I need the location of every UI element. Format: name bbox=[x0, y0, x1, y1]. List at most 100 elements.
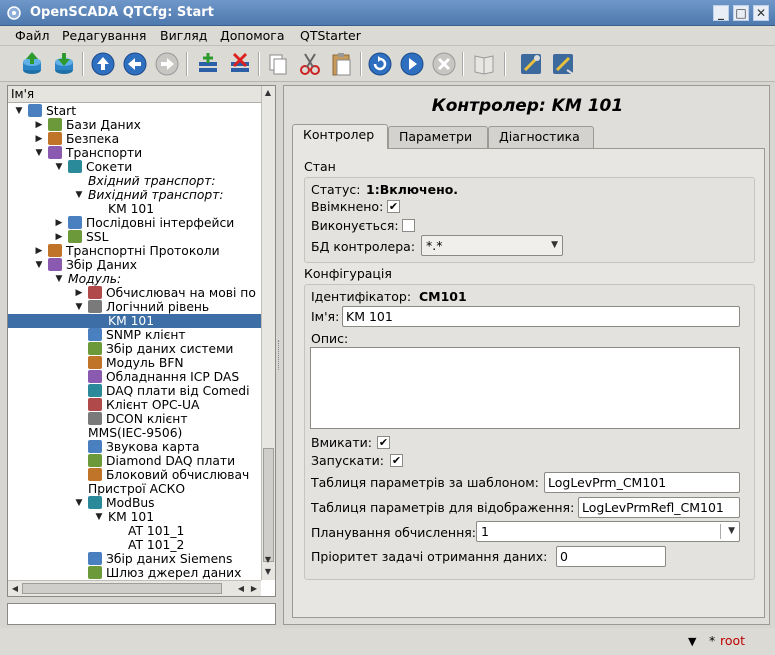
scroll-thumb[interactable] bbox=[22, 583, 222, 594]
tools-edit-icon[interactable] bbox=[549, 50, 577, 78]
tree-item[interactable]: AT 101_1 bbox=[8, 524, 261, 538]
enabled-checkbox[interactable]: ✔ bbox=[387, 200, 400, 213]
tree-item[interactable]: KM 101 bbox=[8, 314, 261, 328]
expand-arrow-right-icon[interactable]: ▶ bbox=[34, 134, 44, 144]
tree-item[interactable]: ▼ Сокети bbox=[8, 160, 261, 174]
tree-item[interactable]: ▶ Обчислювач на мові по bbox=[8, 286, 261, 300]
expand-arrow-down-icon[interactable]: ▼ bbox=[34, 148, 44, 158]
copy-icon[interactable] bbox=[264, 50, 292, 78]
expand-arrow-right-icon[interactable]: ▶ bbox=[54, 232, 64, 242]
tree-item[interactable]: ▼ Збір Даних bbox=[8, 258, 261, 272]
tree-vertical-scrollbar[interactable]: ▲ ▼ ▼ bbox=[261, 86, 275, 580]
tree-item[interactable]: Пристрої АСКО bbox=[8, 482, 261, 496]
go-forward-icon[interactable] bbox=[153, 50, 181, 78]
go-back-icon[interactable] bbox=[121, 50, 149, 78]
tree-item[interactable]: AT 101_2 bbox=[8, 538, 261, 552]
tree-item[interactable]: KM 101 bbox=[8, 202, 261, 216]
tree-item[interactable]: Обладнання ICP DAS bbox=[8, 370, 261, 384]
param-reflect-table-input[interactable]: LogLevPrmRefl_CM101 bbox=[578, 497, 740, 518]
expand-arrow-down-icon[interactable]: ▼ bbox=[94, 512, 104, 522]
scroll-thumb[interactable] bbox=[263, 448, 274, 562]
scroll-left-arrow-icon[interactable]: ◀ bbox=[235, 583, 247, 595]
tree-item[interactable]: Звукова карта bbox=[8, 440, 261, 454]
tree-item[interactable]: Збір даних Siemens bbox=[8, 552, 261, 566]
expand-arrow-down-icon[interactable]: ▼ bbox=[74, 498, 84, 508]
tree-item[interactable]: Збір даних системи bbox=[8, 342, 261, 356]
tree-item[interactable]: ▼ ModBus bbox=[8, 496, 261, 510]
tree-horizontal-scrollbar[interactable]: ◀ ◀ ▶ bbox=[8, 580, 261, 596]
expand-arrow-right-icon[interactable]: ▶ bbox=[54, 218, 64, 228]
chevron-down-icon[interactable]: ▼ bbox=[688, 635, 696, 648]
enable-checkbox[interactable]: ✔ bbox=[377, 436, 390, 449]
tree-item[interactable]: ▼ Логічний рівень bbox=[8, 300, 261, 314]
tree-item[interactable]: DAQ плати від Comedi bbox=[8, 384, 261, 398]
schedule-combobox[interactable]: 1 ▼ bbox=[476, 521, 740, 542]
expand-arrow-right-icon[interactable]: ▶ bbox=[74, 288, 84, 298]
tree-item[interactable]: ▶ Транспортні Протоколи bbox=[8, 244, 261, 258]
stop-icon[interactable] bbox=[430, 50, 458, 78]
tab-diagnostics[interactable]: Діагностика bbox=[488, 126, 594, 148]
tools-config-icon[interactable] bbox=[517, 50, 545, 78]
tree-item[interactable]: Модуль BFN bbox=[8, 356, 261, 370]
scroll-up-arrow-icon[interactable]: ▲ bbox=[262, 87, 274, 99]
expand-arrow-right-icon[interactable]: ▶ bbox=[34, 246, 44, 256]
expand-arrow-down-icon[interactable]: ▼ bbox=[14, 106, 24, 116]
name-input[interactable]: KM 101 bbox=[342, 306, 740, 327]
chevron-down-icon[interactable]: ▼ bbox=[728, 522, 735, 541]
scroll-down-arrow-icon[interactable]: ▼ bbox=[262, 566, 274, 578]
tree-item[interactable]: MMS(IEC-9506) bbox=[8, 426, 261, 440]
tab-controller[interactable]: Контролер bbox=[292, 124, 388, 149]
user-indicator[interactable]: root bbox=[720, 633, 745, 648]
running-checkbox[interactable] bbox=[402, 219, 415, 232]
tree-item[interactable]: SNMP клієнт bbox=[8, 328, 261, 342]
expand-arrow-right-icon[interactable]: ▶ bbox=[34, 120, 44, 130]
tree-column-header[interactable]: Ім'я bbox=[8, 86, 261, 103]
param-template-table-input[interactable]: LogLevPrm_CM101 bbox=[544, 472, 740, 493]
scroll-down-arrow-icon[interactable]: ▼ bbox=[262, 554, 274, 566]
maximize-button[interactable]: □ bbox=[733, 5, 749, 21]
pane-splitter[interactable] bbox=[278, 340, 280, 370]
tree-item[interactable]: ▼ Модуль: bbox=[8, 272, 261, 286]
tree-item[interactable]: Diamond DAQ плати bbox=[8, 454, 261, 468]
tab-parameters[interactable]: Параметри bbox=[388, 126, 488, 148]
tree-item[interactable]: Клієнт OPC-UA bbox=[8, 398, 261, 412]
delete-item-icon[interactable] bbox=[226, 50, 254, 78]
scroll-right-arrow-icon[interactable]: ▶ bbox=[248, 583, 260, 595]
menu-view[interactable]: Вигляд bbox=[160, 28, 207, 43]
expand-arrow-down-icon[interactable]: ▼ bbox=[74, 302, 84, 312]
tree-item[interactable]: ▼ Start bbox=[8, 104, 261, 118]
start-icon[interactable] bbox=[398, 50, 426, 78]
menu-edit[interactable]: Редагування bbox=[62, 28, 146, 43]
menu-help[interactable]: Допомога bbox=[220, 28, 285, 43]
cut-icon[interactable] bbox=[296, 50, 324, 78]
tree-search-input[interactable] bbox=[7, 603, 276, 625]
db-save-icon[interactable] bbox=[50, 50, 78, 78]
scroll-left-arrow-icon[interactable]: ◀ bbox=[9, 583, 21, 595]
tree-item[interactable]: ▼ Транспорти bbox=[8, 146, 261, 160]
paste-icon[interactable] bbox=[328, 50, 356, 78]
tree-item[interactable]: Блоковий обчислювач bbox=[8, 468, 261, 482]
manual-icon[interactable] bbox=[470, 50, 498, 78]
description-textarea[interactable] bbox=[310, 347, 740, 429]
tree-item[interactable]: ▶ Послідовні інтерфейси bbox=[8, 216, 261, 230]
start-checkbox[interactable]: ✔ bbox=[390, 454, 403, 467]
db-load-icon[interactable] bbox=[18, 50, 46, 78]
expand-arrow-down-icon[interactable]: ▼ bbox=[54, 162, 64, 172]
close-button[interactable]: ✕ bbox=[753, 5, 769, 21]
tree-item[interactable]: Шлюз джерел даних bbox=[8, 566, 261, 580]
db-select[interactable]: *.* ▼ bbox=[421, 235, 563, 256]
tree-item[interactable]: ▶ SSL bbox=[8, 230, 261, 244]
add-item-icon[interactable] bbox=[194, 50, 222, 78]
tree-item[interactable]: ▶ Бази Даних bbox=[8, 118, 261, 132]
go-up-icon[interactable] bbox=[89, 50, 117, 78]
expand-arrow-down-icon[interactable]: ▼ bbox=[34, 260, 44, 270]
tree-item[interactable]: DCON клієнт bbox=[8, 412, 261, 426]
minimize-button[interactable]: _ bbox=[713, 5, 729, 21]
menu-qtstarter[interactable]: QTStarter bbox=[300, 28, 361, 43]
tree-item[interactable]: ▶ Безпека bbox=[8, 132, 261, 146]
expand-arrow-down-icon[interactable]: ▼ bbox=[74, 190, 84, 200]
tree-item[interactable]: Вхідний транспорт: bbox=[8, 174, 261, 188]
tree-item[interactable]: ▼ Вихідний транспорт: bbox=[8, 188, 261, 202]
tree-item[interactable]: ▼ KM 101 bbox=[8, 510, 261, 524]
refresh-icon[interactable] bbox=[366, 50, 394, 78]
